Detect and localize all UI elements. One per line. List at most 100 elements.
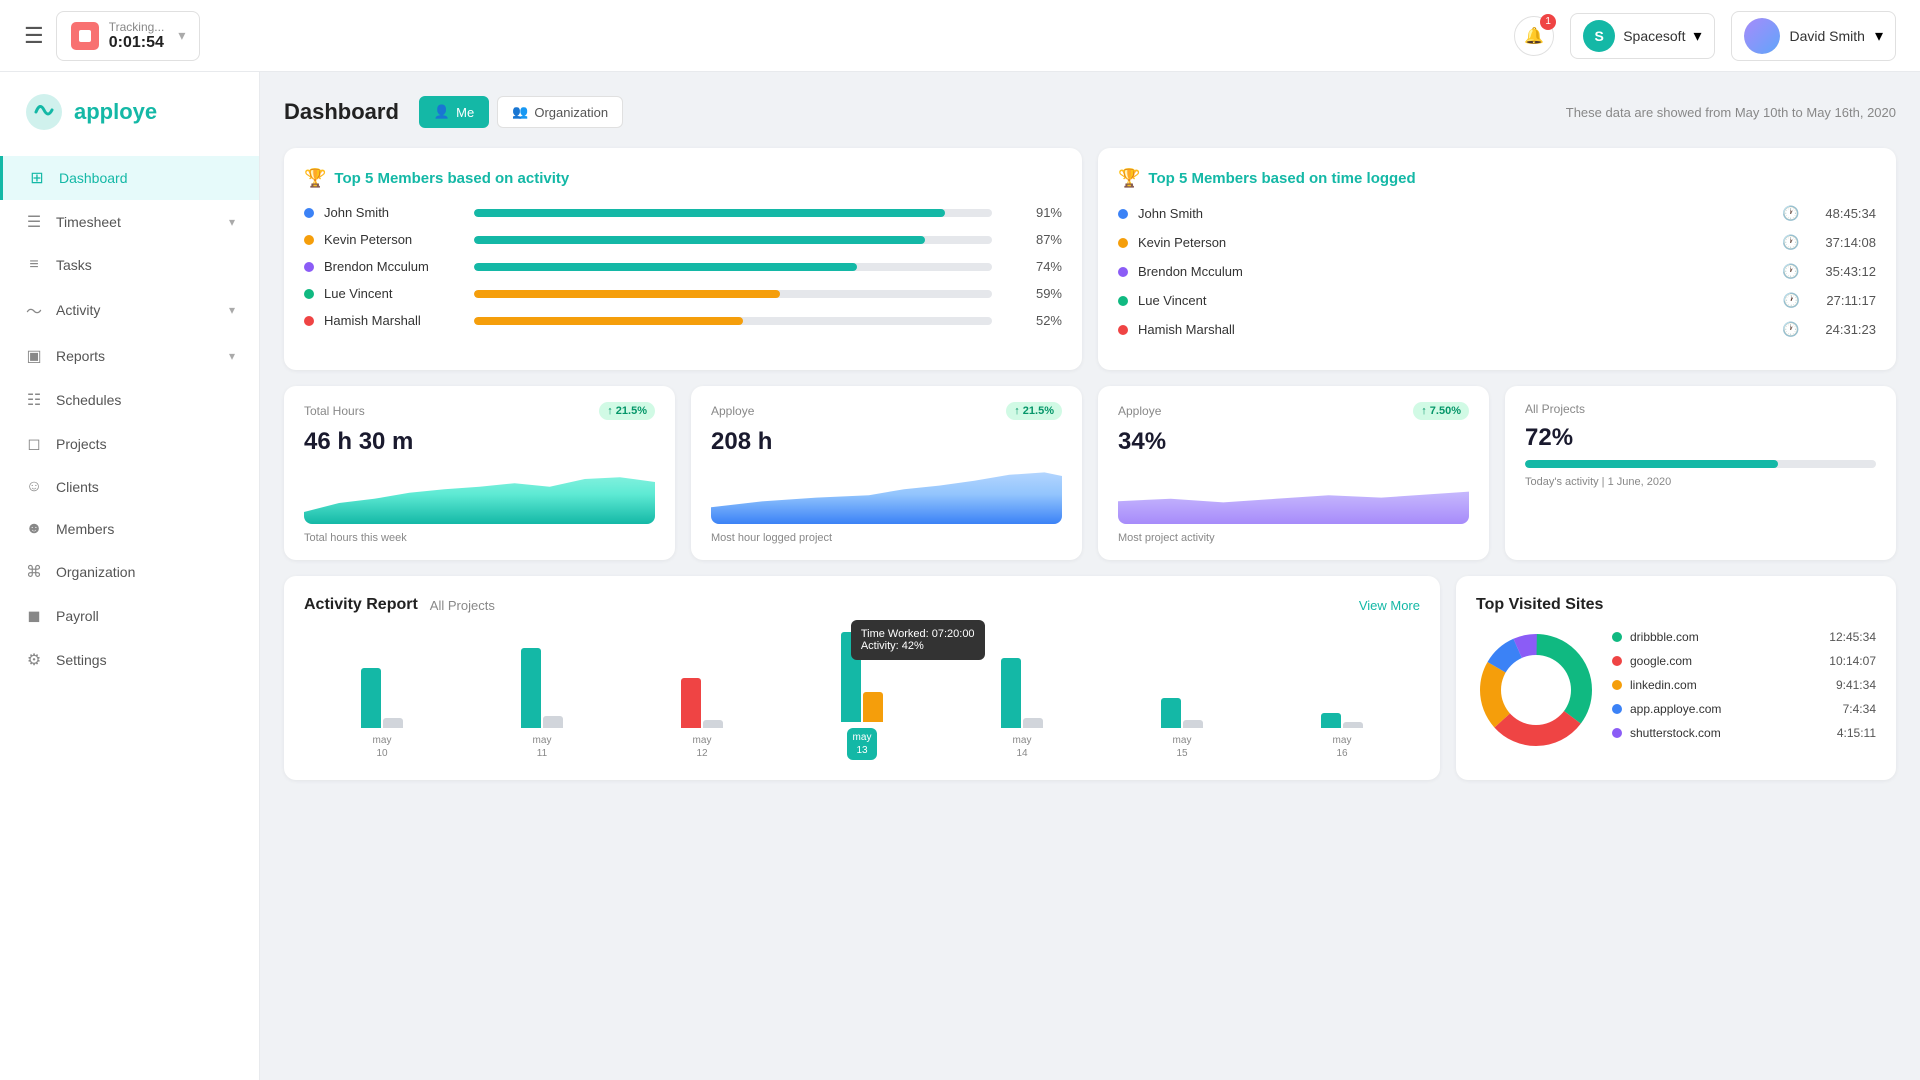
stat-total-hours: Total Hours ↑ 21.5% 46 h 30 m Total hour… bbox=[284, 386, 675, 560]
sidebar-item-label: Members bbox=[56, 521, 114, 537]
bar-label: may16 bbox=[1333, 734, 1352, 760]
sidebar-item-label: Timesheet bbox=[56, 214, 121, 230]
sidebar-item-settings[interactable]: ⚙ Settings bbox=[0, 638, 259, 682]
sidebar-item-label: Dashboard bbox=[59, 170, 128, 186]
tab-me[interactable]: 👤 Me bbox=[419, 96, 489, 128]
stats-row: Total Hours ↑ 21.5% 46 h 30 m Total hour… bbox=[284, 386, 1896, 560]
date-range: These data are showed from May 10th to M… bbox=[1566, 105, 1896, 120]
sidebar-item-clients[interactable]: ☺ Clients bbox=[0, 466, 259, 508]
site-name: shutterstock.com bbox=[1630, 726, 1829, 740]
sidebar-item-organization[interactable]: ⌘ Organization bbox=[0, 550, 259, 594]
list-item: shutterstock.com 4:15:11 bbox=[1612, 726, 1876, 740]
page-title: Dashboard bbox=[284, 99, 399, 125]
progress-bar-fill bbox=[474, 236, 925, 244]
bar-gray bbox=[1343, 722, 1363, 728]
member-value: 52% bbox=[1012, 313, 1062, 328]
sidebar-item-payroll[interactable]: ◼ Payroll bbox=[0, 594, 259, 638]
stat-apploye-activity: Apploye ↑ 7.50% 34% Most project activit… bbox=[1098, 386, 1489, 560]
donut-chart bbox=[1476, 630, 1596, 750]
member-time-value: 35:43:12 bbox=[1825, 264, 1876, 279]
member-dot bbox=[304, 235, 314, 245]
site-dot bbox=[1612, 680, 1622, 690]
site-dot bbox=[1612, 728, 1622, 738]
stat-badge: ↑ 7.50% bbox=[1413, 402, 1469, 420]
bar-col-may10: may10 bbox=[304, 628, 460, 760]
stat-value: 72% bbox=[1525, 424, 1876, 452]
hamburger-icon[interactable]: ☰ bbox=[24, 23, 44, 49]
bottom-row: Activity Report All Projects View More T… bbox=[284, 576, 1896, 780]
donut-area: dribbble.com 12:45:34 google.com 10:14:0… bbox=[1476, 630, 1876, 750]
member-name: Lue Vincent bbox=[324, 286, 464, 301]
member-time-value: 37:14:08 bbox=[1825, 235, 1876, 250]
site-name: linkedin.com bbox=[1630, 678, 1828, 692]
tooltip-time: Time Worked: 07:20:00 bbox=[861, 628, 975, 640]
sidebar-item-reports[interactable]: ▣ Reports ▾ bbox=[0, 334, 259, 378]
site-dot bbox=[1612, 656, 1622, 666]
settings-icon: ⚙ bbox=[24, 650, 44, 670]
tab-organization[interactable]: 👥 Organization bbox=[497, 96, 623, 128]
sidebar-item-members[interactable]: ☻ Members bbox=[0, 508, 259, 550]
bar-yellow bbox=[863, 692, 883, 722]
list-item: Lue Vincent 🕐 27:11:17 bbox=[1118, 292, 1876, 309]
list-item: John Smith 91% bbox=[304, 205, 1062, 220]
org-selector[interactable]: S Spacesoft ▾ bbox=[1570, 13, 1714, 59]
activity-icon: 〜 bbox=[24, 298, 44, 322]
sidebar-item-label: Organization bbox=[56, 564, 135, 580]
sidebar: apploye ⊞ Dashboard ☰ Timesheet ▾ ≡ Task… bbox=[0, 72, 260, 1080]
member-name: Hamish Marshall bbox=[1138, 322, 1278, 337]
member-dot bbox=[304, 262, 314, 272]
bar-gray bbox=[1023, 718, 1043, 728]
view-more-link[interactable]: View More bbox=[1359, 598, 1420, 613]
org-name: Spacesoft bbox=[1623, 28, 1685, 44]
stat-badge: ↑ 21.5% bbox=[1006, 402, 1062, 420]
bar-col-may12: may12 bbox=[624, 628, 780, 760]
notifications-button[interactable]: 🔔 1 bbox=[1514, 16, 1554, 56]
activity-report-card: Activity Report All Projects View More T… bbox=[284, 576, 1440, 780]
sidebar-item-projects[interactable]: ◻ Projects bbox=[0, 422, 259, 466]
top-visited-card: Top Visited Sites dribbble.com 12:45:34 bbox=[1456, 576, 1896, 780]
sidebar-item-activity[interactable]: 〜 Activity ▾ bbox=[0, 286, 259, 334]
time-members-list: John Smith 🕐 48:45:34 Kevin Peterson 🕐 3… bbox=[1118, 205, 1876, 338]
member-dot bbox=[1118, 267, 1128, 277]
stat-all-projects: All Projects 72% Today's activity | 1 Ju… bbox=[1505, 386, 1896, 560]
tracking-box[interactable]: Tracking... 0:01:54 ▾ bbox=[56, 11, 201, 61]
top-time-title: 🏆 Top 5 Members based on time logged bbox=[1118, 168, 1876, 189]
logo-icon bbox=[24, 92, 64, 132]
list-item: Hamish Marshall 52% bbox=[304, 313, 1062, 328]
bar-tooltip: Time Worked: 07:20:00 Activity: 42% bbox=[851, 620, 985, 660]
progress-bar-bg bbox=[474, 317, 992, 325]
progress-bar-bg bbox=[474, 263, 992, 271]
list-item: John Smith 🕐 48:45:34 bbox=[1118, 205, 1876, 222]
list-item: google.com 10:14:07 bbox=[1612, 654, 1876, 668]
clock-icon: 🕐 bbox=[1783, 292, 1800, 309]
progress-bar-fill bbox=[1525, 460, 1778, 468]
sidebar-item-timesheet[interactable]: ☰ Timesheet ▾ bbox=[0, 200, 259, 244]
tracking-label: Tracking... bbox=[109, 20, 165, 34]
clock-icon: 🕐 bbox=[1782, 321, 1799, 338]
member-dot bbox=[304, 316, 314, 326]
sidebar-item-dashboard[interactable]: ⊞ Dashboard bbox=[0, 156, 259, 200]
progress-bar-bg bbox=[474, 290, 992, 298]
member-name: John Smith bbox=[1138, 206, 1278, 221]
sidebar-item-label: Schedules bbox=[56, 392, 121, 408]
top-time-card: 🏆 Top 5 Members based on time logged Joh… bbox=[1098, 148, 1896, 370]
member-name: Kevin Peterson bbox=[324, 232, 464, 247]
bar-gray bbox=[383, 718, 403, 728]
list-item: Brendon Mcculum 🕐 35:43:12 bbox=[1118, 263, 1876, 280]
sidebar-item-tasks[interactable]: ≡ Tasks bbox=[0, 244, 259, 286]
bar-teal bbox=[1001, 658, 1021, 728]
member-value: 91% bbox=[1012, 205, 1062, 220]
user-selector[interactable]: David Smith ▾ bbox=[1731, 11, 1897, 61]
stat-sublabel: Most project activity bbox=[1118, 532, 1469, 544]
bar-label: may12 bbox=[693, 734, 712, 760]
site-time: 10:14:07 bbox=[1829, 654, 1876, 668]
stop-button[interactable] bbox=[71, 22, 99, 50]
progress-bar-fill bbox=[474, 263, 857, 271]
member-name: John Smith bbox=[324, 205, 464, 220]
progress-bar-fill bbox=[474, 317, 743, 325]
stat-progress bbox=[1525, 460, 1876, 468]
top-activity-title: 🏆 Top 5 Members based on activity bbox=[304, 168, 1062, 189]
sidebar-item-schedules[interactable]: ☷ Schedules bbox=[0, 378, 259, 422]
topnav-right: 🔔 1 S Spacesoft ▾ David Smith ▾ bbox=[1514, 11, 1896, 61]
notifications-badge: 1 bbox=[1540, 14, 1556, 30]
